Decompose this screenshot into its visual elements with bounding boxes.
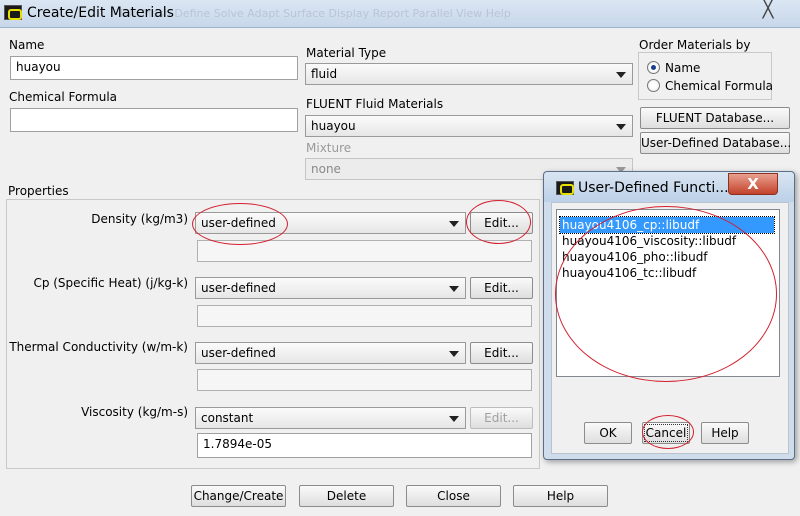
fluent-fluid-materials-select[interactable]: huayou bbox=[305, 115, 633, 137]
mixture-label: Mixture bbox=[306, 141, 352, 155]
cp-edit-button[interactable]: Edit... bbox=[470, 277, 533, 299]
chemical-formula-label: Chemical Formula bbox=[9, 90, 118, 104]
dropdown-arrow-icon bbox=[449, 416, 459, 422]
cp-method-select[interactable]: user-defined bbox=[195, 277, 466, 299]
thermal-conductivity-label: Thermal Conductivity (w/m-k) bbox=[9, 340, 188, 354]
dialog-close-button[interactable]: X bbox=[728, 173, 778, 195]
thermal-conductivity-method-value: user-defined bbox=[201, 346, 276, 360]
thermal-conductivity-edit-button[interactable]: Edit... bbox=[470, 342, 533, 364]
udf-list-item[interactable]: huayou4106_tc::libudf bbox=[560, 265, 698, 281]
dropdown-arrow-icon bbox=[616, 72, 626, 78]
viscosity-edit-button: Edit... bbox=[470, 407, 533, 429]
fluent-database-button[interactable]: FLUENT Database... bbox=[640, 107, 790, 129]
change-create-button[interactable]: Change/Create bbox=[191, 485, 286, 507]
help-button[interactable]: Help bbox=[513, 485, 608, 507]
udf-help-button[interactable]: Help bbox=[701, 422, 749, 444]
dropdown-arrow-icon bbox=[449, 221, 459, 227]
thermal-conductivity-method-select[interactable]: user-defined bbox=[195, 342, 466, 364]
name-label: Name bbox=[9, 38, 45, 52]
app-icon bbox=[556, 181, 574, 195]
background-menu-ghost: File Mesh Define Solve Adapt Surface Dis… bbox=[120, 7, 511, 20]
material-type-label: Material Type bbox=[306, 46, 387, 60]
udf-ok-button[interactable]: OK bbox=[584, 422, 632, 444]
udf-list-item[interactable]: huayou4106_pho::libudf bbox=[560, 249, 710, 265]
order-by-name-label[interactable]: Name bbox=[665, 61, 700, 75]
material-type-select[interactable]: fluid bbox=[305, 63, 633, 85]
density-method-value: user-defined bbox=[201, 216, 276, 230]
udf-list-item[interactable]: huayou4106_viscosity::libudf bbox=[560, 233, 738, 249]
app-icon bbox=[4, 5, 22, 20]
fluent-fluid-materials-label: FLUENT Fluid Materials bbox=[306, 97, 444, 111]
density-label: Density (kg/m3) bbox=[91, 212, 188, 226]
order-by-formula-label[interactable]: Chemical Formula bbox=[665, 79, 773, 93]
cp-label: Cp (Specific Heat) (j/kg-k) bbox=[33, 276, 188, 290]
fluent-fluid-materials-value: huayou bbox=[311, 119, 356, 133]
chemical-formula-input[interactable] bbox=[10, 108, 298, 132]
viscosity-value-input[interactable]: 1.7894e-05 bbox=[197, 433, 532, 458]
density-edit-button[interactable]: Edit... bbox=[470, 212, 533, 234]
order-materials-label: Order Materials by bbox=[639, 38, 751, 52]
order-by-name-radio[interactable] bbox=[647, 61, 660, 74]
properties-label: Properties bbox=[8, 184, 69, 198]
cp-value-field bbox=[197, 305, 532, 327]
udf-list-item[interactable]: huayou4106_cp::libudf bbox=[559, 216, 775, 234]
density-method-select[interactable]: user-defined bbox=[195, 212, 466, 234]
cp-method-value: user-defined bbox=[201, 281, 276, 295]
user-defined-functions-dialog: User-Defined Functi... X huayou4106_cp::… bbox=[543, 171, 795, 460]
dropdown-arrow-icon bbox=[449, 351, 459, 357]
delete-button[interactable]: Delete bbox=[299, 485, 394, 507]
dropdown-arrow-icon bbox=[449, 286, 459, 292]
density-value-field bbox=[197, 240, 532, 262]
viscosity-method-value: constant bbox=[201, 411, 254, 425]
dialog-title: User-Defined Functi... bbox=[578, 180, 729, 196]
close-button[interactable]: Close bbox=[406, 485, 501, 507]
viscosity-method-select[interactable]: constant bbox=[195, 407, 466, 429]
window-title: Create/Edit Materials bbox=[27, 5, 174, 21]
mixture-value: none bbox=[311, 162, 341, 176]
udf-cancel-button[interactable]: Cancel bbox=[642, 422, 690, 444]
udf-list[interactable]: huayou4106_cp::libudf huayou4106_viscosi… bbox=[556, 209, 780, 377]
dropdown-arrow-icon bbox=[616, 124, 626, 130]
viscosity-label: Viscosity (kg/m-s) bbox=[81, 405, 188, 419]
window-titlebar: File Mesh Define Solve Adapt Surface Dis… bbox=[0, 0, 800, 28]
order-by-formula-radio[interactable] bbox=[647, 79, 660, 92]
window-close-button[interactable]: ╳ bbox=[740, 0, 796, 20]
thermal-conductivity-value-field bbox=[197, 369, 532, 391]
material-type-value: fluid bbox=[311, 67, 338, 81]
name-input[interactable]: huayou bbox=[10, 56, 298, 80]
user-defined-database-button[interactable]: User-Defined Database... bbox=[640, 132, 791, 154]
